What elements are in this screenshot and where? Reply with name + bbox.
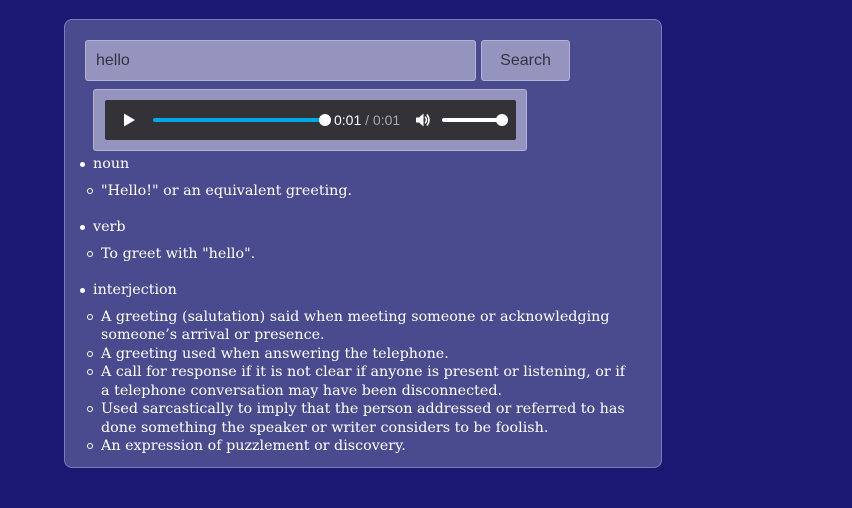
audio-player-container: 0:01 / 0:01	[93, 89, 527, 151]
meaning-noun: noun "Hello!" or an equivalent greeting.	[65, 155, 663, 200]
definition-item: Used sarcastically to imply that the per…	[65, 400, 663, 437]
current-time: 0:01	[334, 112, 362, 128]
meaning-verb: verb To greet with "hello".	[65, 218, 663, 263]
part-of-speech-label: interjection	[65, 281, 663, 300]
definition-list: To greet with "hello".	[65, 245, 663, 264]
meaning-interjection: interjection A greeting (salutation) sai…	[65, 281, 663, 456]
definition-item: An expression of puzzlement or discovery…	[65, 437, 663, 456]
duration: 0:01	[372, 112, 401, 128]
volume-icon[interactable]	[414, 111, 432, 129]
volume-slider[interactable]	[442, 114, 508, 126]
definition-item: "Hello!" or an equivalent greeting.	[65, 182, 663, 201]
time-separator: /	[361, 112, 373, 128]
search-button[interactable]: Search	[481, 40, 570, 81]
part-of-speech-list: noun "Hello!" or an equivalent greeting.…	[65, 155, 663, 456]
part-of-speech-label: noun	[65, 155, 663, 174]
audio-time: 0:01 / 0:01	[334, 112, 400, 128]
volume-fill	[442, 118, 502, 122]
definition-list: A greeting (salutation) said when meetin…	[65, 308, 663, 456]
play-icon[interactable]	[121, 112, 137, 128]
part-of-speech-label: verb	[65, 218, 663, 237]
definition-list: "Hello!" or an equivalent greeting.	[65, 182, 663, 201]
definition-item: A call for response if it is not clear i…	[65, 363, 663, 400]
definition-item: A greeting used when answering the telep…	[65, 345, 663, 364]
meanings: noun "Hello!" or an equivalent greeting.…	[65, 155, 663, 474]
definition-item: A greeting (salutation) said when meetin…	[65, 308, 663, 345]
audio-progress-slider[interactable]	[153, 114, 331, 126]
progress-thumb[interactable]	[319, 114, 331, 126]
progress-fill	[153, 118, 325, 122]
volume-thumb[interactable]	[496, 114, 508, 126]
search-input[interactable]	[85, 40, 476, 81]
definition-item: To greet with "hello".	[65, 245, 663, 264]
dictionary-card: Search 0:01 / 0:01	[64, 19, 662, 468]
audio-player: 0:01 / 0:01	[105, 100, 516, 140]
